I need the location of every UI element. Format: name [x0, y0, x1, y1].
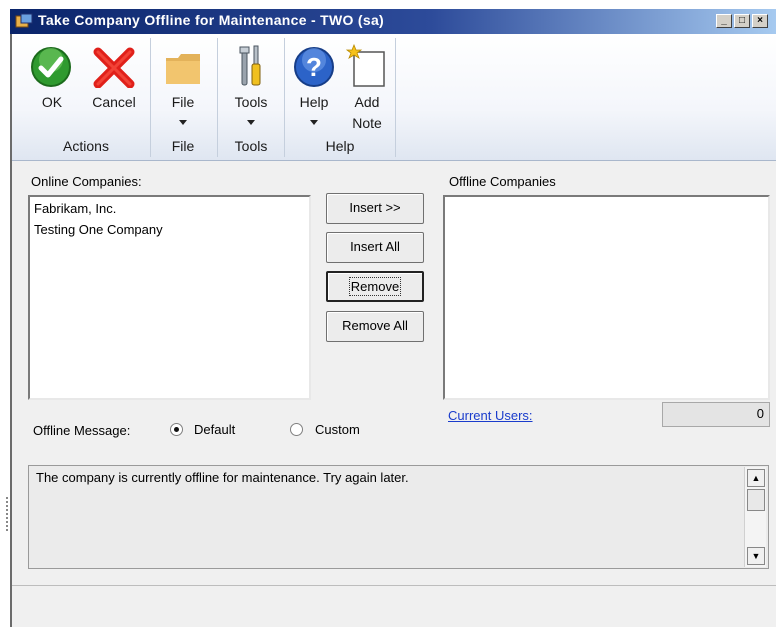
ribbon: OK Cancel Actions File File Tools Tools	[12, 34, 776, 161]
app-icon	[15, 13, 33, 28]
add-note-icon	[346, 44, 385, 87]
help-question-icon: ?	[294, 47, 334, 87]
ok-button[interactable]: OK	[24, 42, 80, 122]
ok-label: OK	[41, 94, 63, 110]
current-users-count: 0	[662, 402, 770, 427]
default-radio[interactable]	[170, 423, 183, 436]
scroll-down-icon[interactable]: ▼	[747, 547, 765, 565]
file-menu-button[interactable]: File	[155, 42, 211, 132]
svg-text:?: ?	[306, 52, 322, 82]
current-users-link[interactable]: Current Users:	[448, 408, 533, 423]
tools-icon	[239, 45, 261, 86]
group-separator	[395, 38, 396, 157]
folder-icon	[166, 54, 200, 84]
offline-message-textarea[interactable]: The company is currently offline for mai…	[28, 465, 769, 569]
window-title: Take Company Offline for Maintenance - T…	[38, 12, 384, 28]
title-bar[interactable]: Take Company Offline for Maintenance - T…	[10, 9, 776, 34]
file-label: File	[171, 94, 195, 110]
tools-menu-button[interactable]: Tools	[222, 42, 280, 132]
group-separator	[150, 38, 151, 157]
offline-companies-list[interactable]	[443, 195, 770, 400]
default-radio-label: Default	[194, 422, 236, 437]
custom-radio-label: Custom	[315, 422, 360, 437]
cancel-label: Cancel	[92, 94, 136, 110]
scroll-up-icon[interactable]: ▲	[747, 469, 765, 487]
add-note-label-line2: Note	[352, 115, 382, 131]
ok-check-icon	[31, 47, 71, 87]
list-item[interactable]: Fabrikam, Inc.	[30, 198, 309, 219]
chevron-down-icon	[247, 120, 255, 125]
online-companies-list[interactable]: Fabrikam, Inc. Testing One Company	[28, 195, 311, 400]
add-note-label-line1: Add	[354, 94, 380, 110]
remove-button-label: Remove	[348, 277, 402, 296]
cancel-button[interactable]: Cancel	[82, 42, 146, 122]
help-menu-button[interactable]: ? Help	[288, 42, 340, 132]
list-item[interactable]: Testing One Company	[30, 219, 309, 240]
group-label-help: Help	[325, 138, 355, 154]
custom-radio[interactable]	[290, 423, 303, 436]
online-companies-label: Online Companies:	[31, 174, 142, 189]
insert-all-button-label: Insert All	[350, 239, 400, 254]
chevron-down-icon	[179, 120, 187, 125]
group-label-actions: Actions	[63, 138, 109, 154]
message-scrollbar[interactable]: ▲ ▼	[744, 467, 766, 567]
help-label: Help	[299, 94, 329, 110]
insert-all-button[interactable]: Insert All	[326, 232, 424, 263]
offline-message-text: The company is currently offline for mai…	[36, 470, 409, 485]
remove-all-button[interactable]: Remove All	[326, 311, 424, 342]
tools-label: Tools	[234, 94, 268, 110]
add-note-button[interactable]: Add Note	[342, 42, 392, 132]
insert-button-label: Insert >>	[349, 200, 401, 215]
group-label-tools: Tools	[234, 138, 268, 154]
maximize-button[interactable]: □	[734, 14, 750, 28]
minimize-button[interactable]: _	[716, 14, 732, 28]
close-button[interactable]: ×	[752, 14, 768, 28]
remove-all-button-label: Remove All	[342, 318, 408, 333]
resize-grip[interactable]	[6, 497, 8, 531]
cancel-x-icon	[93, 47, 135, 88]
group-separator	[284, 38, 285, 157]
offline-companies-label: Offline Companies	[449, 174, 556, 189]
group-label-file: File	[171, 138, 195, 154]
offline-message-label: Offline Message:	[33, 423, 131, 438]
group-separator	[217, 38, 218, 157]
status-bar	[12, 586, 776, 627]
insert-button[interactable]: Insert >>	[326, 193, 424, 224]
remove-button[interactable]: Remove	[326, 271, 424, 302]
scroll-thumb[interactable]	[747, 489, 765, 511]
chevron-down-icon	[310, 120, 318, 125]
